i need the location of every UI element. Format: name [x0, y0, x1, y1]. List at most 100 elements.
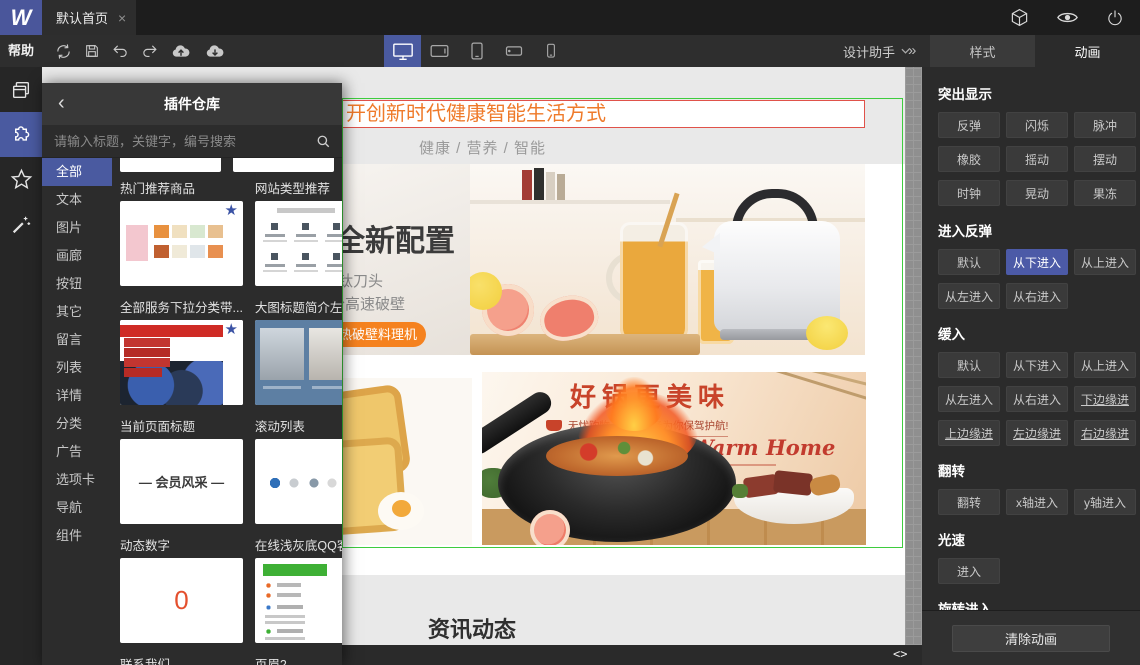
- cloud-upload-icon[interactable]: [170, 43, 192, 59]
- plugin-category[interactable]: 全部: [42, 158, 112, 186]
- animation-option-button[interactable]: 晃动: [1006, 180, 1068, 206]
- code-view-icon[interactable]: <>: [893, 645, 907, 665]
- animation-option-button[interactable]: 上边缘进: [938, 420, 1000, 446]
- plugin-item-card[interactable]: ★: [254, 558, 342, 643]
- plugin-item[interactable]: 页眉2 ★: [255, 657, 342, 665]
- animation-option-button[interactable]: 从左进入: [938, 283, 1000, 309]
- plugin-item[interactable]: 联系我们 ★: [120, 657, 243, 665]
- animation-option-button[interactable]: 时钟: [938, 180, 1000, 206]
- animation-option-button[interactable]: 从上进入: [1074, 249, 1136, 275]
- plugin-category[interactable]: 选项卡: [42, 466, 112, 494]
- plugin-item-card[interactable]: ★: [120, 201, 243, 286]
- clear-animation-button[interactable]: 清除动画: [952, 624, 1110, 652]
- plugin-category[interactable]: 留言: [42, 326, 112, 354]
- refresh-icon[interactable]: [55, 43, 72, 60]
- app-logo[interactable]: W: [0, 0, 42, 35]
- pages-icon[interactable]: [0, 67, 42, 112]
- plugin-item[interactable]: 全部服务下拉分类带... ★: [120, 300, 243, 405]
- plugin-item-card[interactable]: ★ — 会员风采 —: [120, 439, 243, 524]
- plugin-item-card[interactable]: ★: [254, 320, 342, 405]
- more-chevron-button[interactable]: »: [908, 35, 916, 67]
- tab-style[interactable]: 样式: [930, 35, 1035, 67]
- help-button[interactable]: 帮助: [8, 35, 34, 67]
- animation-option-button[interactable]: 默认: [938, 352, 1000, 378]
- banner-blender-button[interactable]: 热破壁料理机: [342, 322, 426, 347]
- page-preview[interactable]: 开创新时代健康智能生活方式 健康 / 营养 / 智能 全新配置 钛刀头 高速破壁…: [342, 67, 905, 645]
- banner-toast-photo[interactable]: [342, 378, 472, 545]
- animation-option-button[interactable]: 进入: [938, 558, 1000, 584]
- plugin-category[interactable]: 分类: [42, 410, 112, 438]
- animation-option-button[interactable]: 摆动: [1074, 146, 1136, 172]
- plugin-item-card[interactable]: ★: [254, 201, 342, 286]
- favorites-icon[interactable]: [0, 157, 42, 202]
- search-icon[interactable]: [304, 125, 342, 157]
- phone-landscape-icon[interactable]: [495, 35, 532, 67]
- power-icon[interactable]: [1106, 9, 1124, 27]
- plugin-item[interactable]: 当前页面标题 ★ — 会员风采 —: [120, 419, 243, 524]
- plugin-category[interactable]: 组件: [42, 522, 112, 550]
- plugin-item[interactable]: 动态数字 ★ 0: [120, 538, 243, 643]
- banner-blender[interactable]: 全新配置 钛刀头 分高速破壁 热破壁料理机: [342, 164, 865, 355]
- animation-option-button[interactable]: 右边缘进: [1074, 420, 1136, 446]
- plugin-item[interactable]: 滚动列表 ★: [254, 419, 342, 524]
- plugin-item-card[interactable]: ★: [254, 439, 342, 524]
- back-chevron-icon[interactable]: ‹: [58, 83, 65, 125]
- plugin-item-card[interactable]: ★: [120, 320, 243, 405]
- plugin-category[interactable]: 其它: [42, 298, 112, 326]
- banner-wok[interactable]: 好锅更美味 无忧购物，至诚服务为你保驾护航! Warm Home: [482, 372, 866, 545]
- tab-close-icon[interactable]: ×: [118, 11, 126, 25]
- animation-option-button[interactable]: y轴进入: [1074, 489, 1136, 515]
- plugin-search-input[interactable]: [42, 125, 302, 157]
- animation-option-button[interactable]: 反弹: [938, 112, 1000, 138]
- tablet-icon[interactable]: [458, 35, 495, 67]
- plugin-item[interactable]: 网站类型推荐 ★: [254, 181, 342, 286]
- animation-option-button[interactable]: x轴进入: [1006, 489, 1068, 515]
- hero-subtitle-element[interactable]: 健康 / 营养 / 智能: [419, 137, 546, 158]
- animation-option-button[interactable]: 果冻: [1074, 180, 1136, 206]
- tab-animation[interactable]: 动画: [1035, 35, 1140, 67]
- plugin-card-partial[interactable]: [233, 158, 334, 172]
- animation-option-button[interactable]: 摇动: [1006, 146, 1068, 172]
- animation-option-button[interactable]: 闪烁: [1006, 112, 1068, 138]
- save-icon[interactable]: [84, 43, 100, 59]
- plugin-category[interactable]: 详情: [42, 382, 112, 410]
- animation-option-button[interactable]: 从右进入: [1006, 386, 1068, 412]
- components-cube-icon[interactable]: [1010, 8, 1029, 27]
- plugin-item[interactable]: 大图标题简介左右切... ★: [254, 300, 342, 405]
- plugin-category[interactable]: 图片: [42, 214, 112, 242]
- animation-option-button[interactable]: 从下进入: [1006, 352, 1068, 378]
- wizard-icon[interactable]: [0, 202, 42, 247]
- plugin-card-partial[interactable]: [120, 158, 221, 172]
- animation-option-button[interactable]: 从左进入: [938, 386, 1000, 412]
- cloud-download-icon[interactable]: [204, 43, 226, 59]
- phone-icon[interactable]: [532, 35, 569, 67]
- undo-icon[interactable]: [112, 43, 129, 60]
- plugin-category[interactable]: 按钮: [42, 270, 112, 298]
- plugin-category[interactable]: 列表: [42, 354, 112, 382]
- animation-option-button[interactable]: 下边缘进: [1074, 386, 1136, 412]
- plugin-category[interactable]: 广告: [42, 438, 112, 466]
- animation-option-button[interactable]: 从下进入: [1006, 249, 1068, 275]
- animation-option-button[interactable]: 从右进入: [1006, 283, 1068, 309]
- animation-option-button[interactable]: 默认: [938, 249, 1000, 275]
- plugin-category[interactable]: 导航: [42, 494, 112, 522]
- animation-option-button[interactable]: 橡胶: [938, 146, 1000, 172]
- design-assistant-button[interactable]: 设计助手: [843, 35, 910, 67]
- plugin-item-card[interactable]: ★ 0: [120, 558, 243, 643]
- news-section-title[interactable]: 资讯动态: [428, 612, 516, 644]
- redo-icon[interactable]: [141, 43, 158, 60]
- plugin-item[interactable]: 热门推荐商品 ★: [120, 181, 243, 286]
- animation-option-button[interactable]: 脉冲: [1074, 112, 1136, 138]
- animation-option-button[interactable]: 翻转: [938, 489, 1000, 515]
- plugin-item[interactable]: 在线浅灰底QQ客服 ★: [254, 538, 342, 643]
- plugins-icon[interactable]: [0, 112, 42, 157]
- preview-eye-icon[interactable]: [1057, 10, 1078, 25]
- desktop-icon[interactable]: [384, 35, 421, 67]
- plugin-category[interactable]: 文本: [42, 186, 112, 214]
- plugin-category[interactable]: 画廊: [42, 242, 112, 270]
- page-tab-home[interactable]: 默认首页 ×: [42, 0, 137, 35]
- laptop-icon[interactable]: [421, 35, 458, 67]
- animation-option-button[interactable]: 从上进入: [1074, 352, 1136, 378]
- animation-option-button[interactable]: 左边缘进: [1006, 420, 1068, 446]
- hero-title-element[interactable]: 开创新时代健康智能生活方式: [342, 100, 865, 128]
